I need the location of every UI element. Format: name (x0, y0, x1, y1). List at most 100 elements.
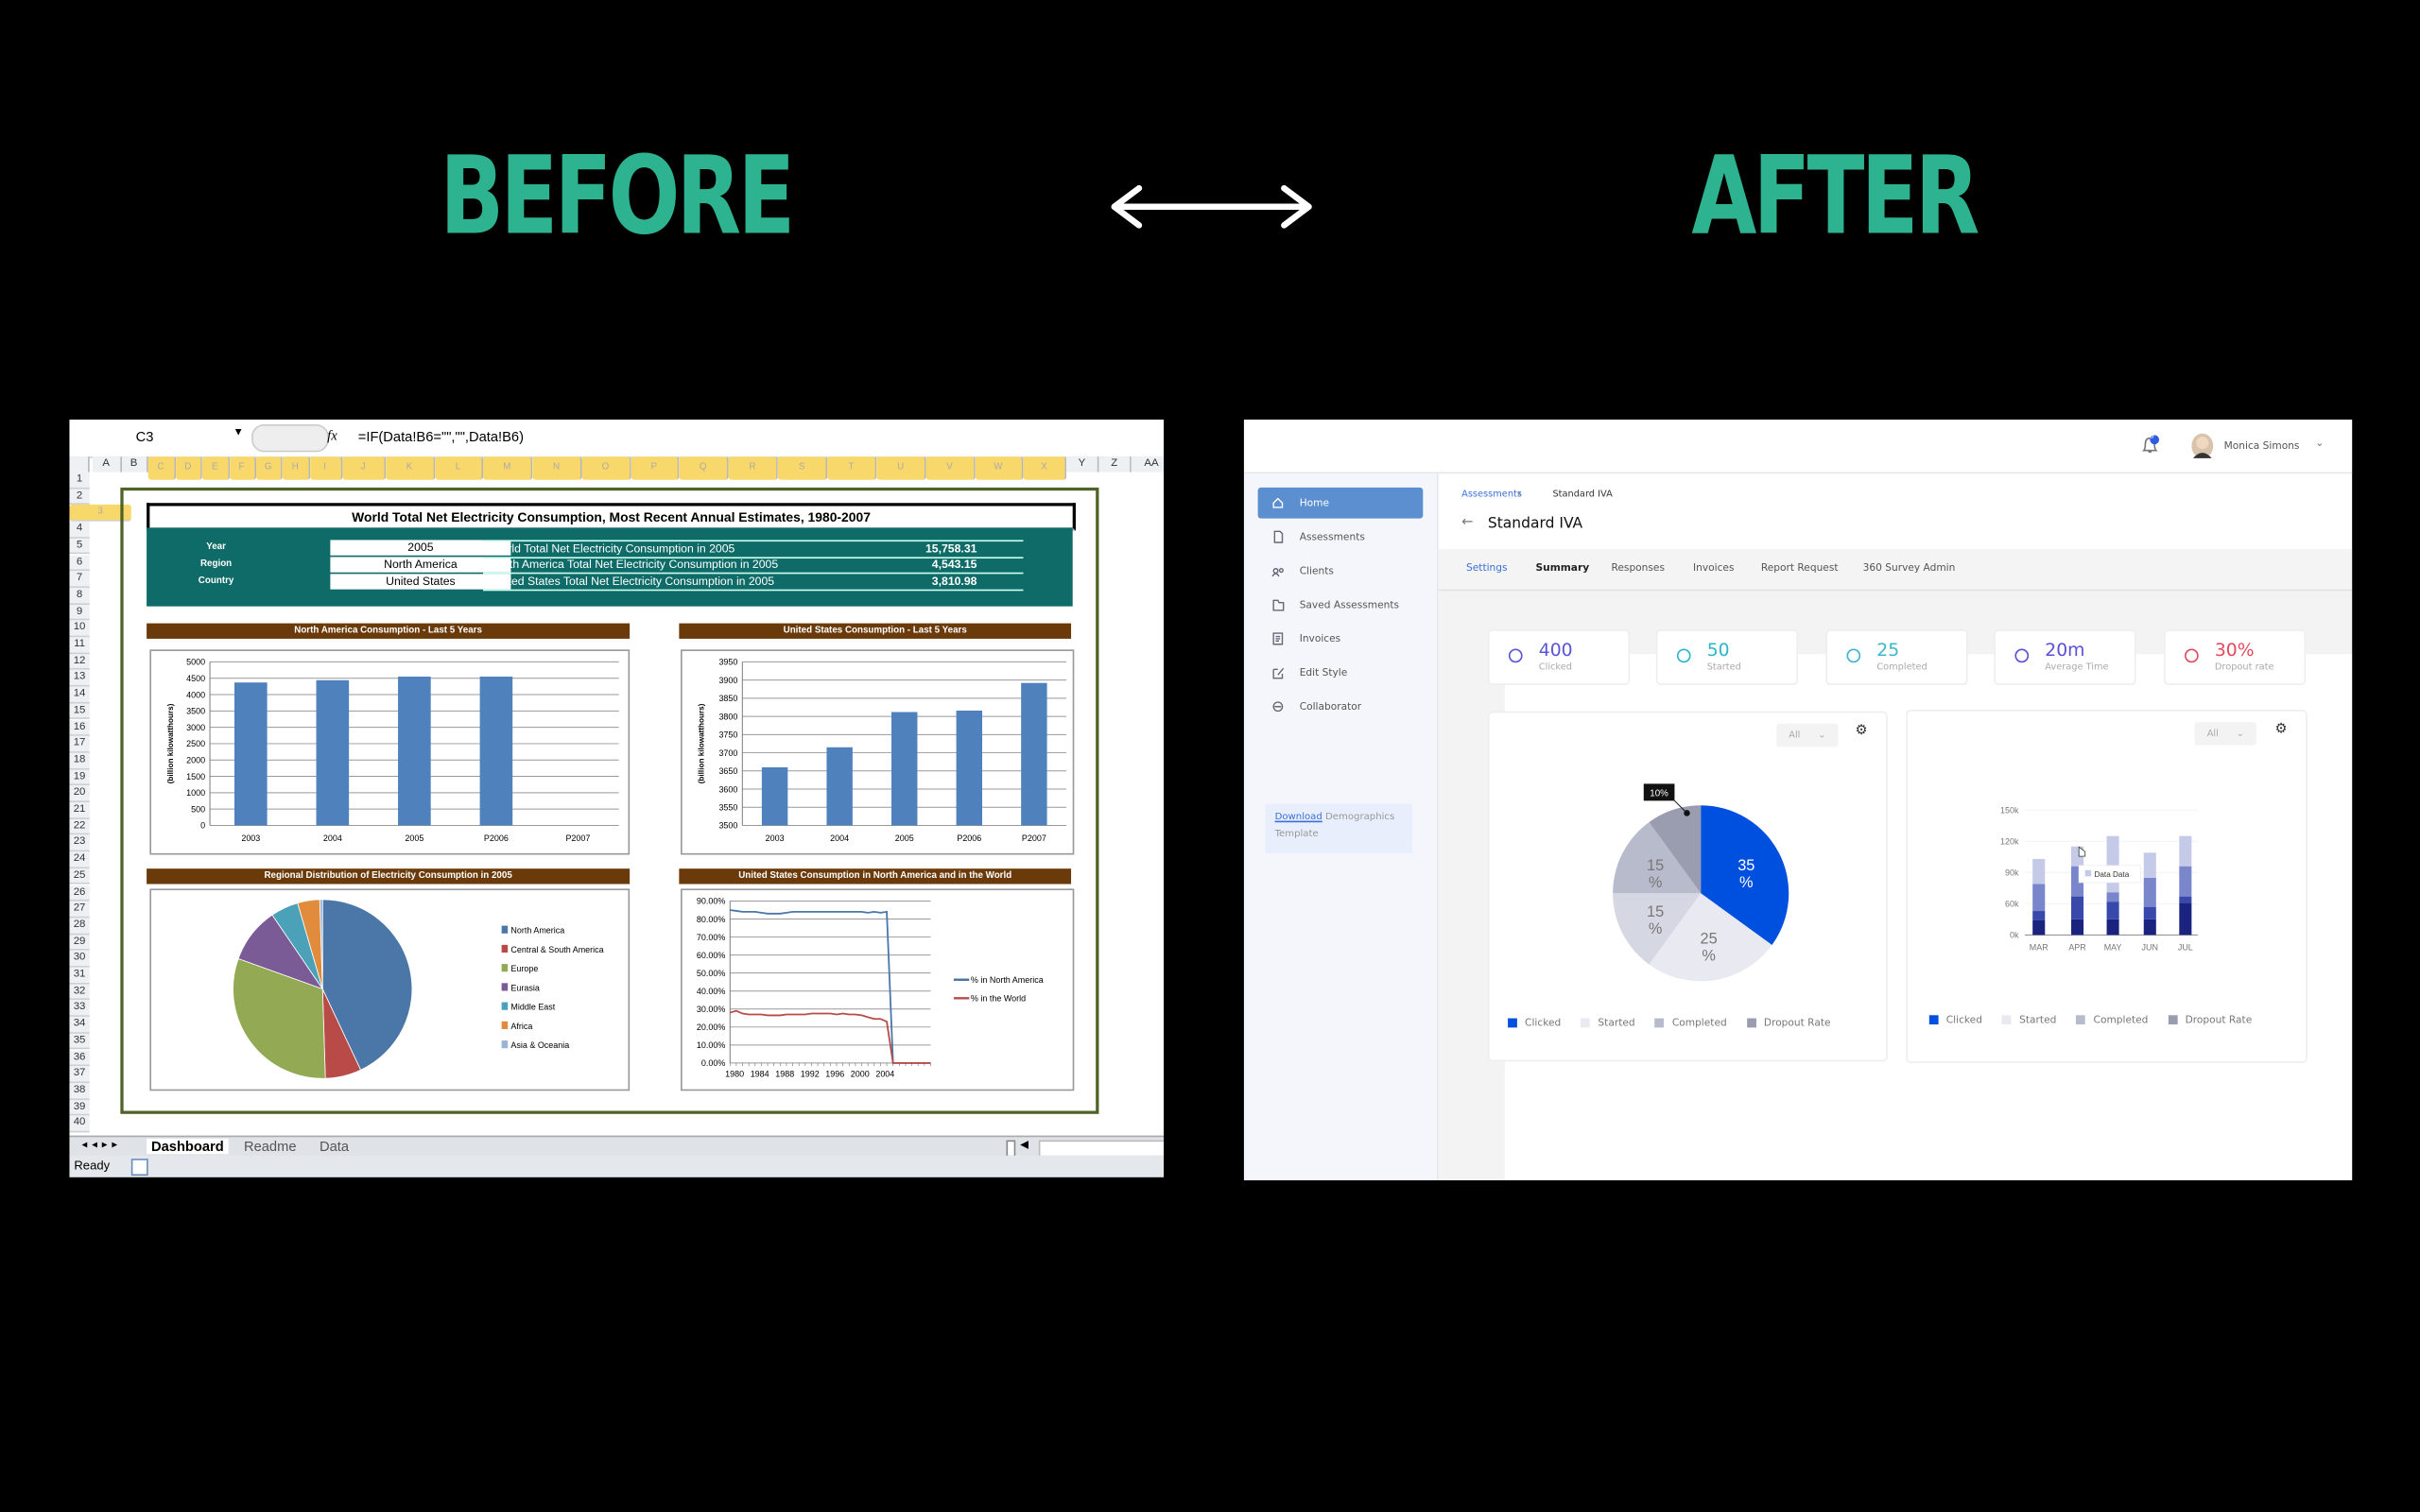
column-header[interactable]: A (92, 456, 122, 472)
back-arrow-icon[interactable]: ← (1461, 515, 1473, 530)
row-header[interactable]: 32 (69, 984, 90, 1001)
column-header[interactable]: K (386, 456, 435, 480)
sidebar-item-invoices[interactable]: Invoices (1258, 624, 1424, 655)
formula-bar-handle[interactable] (251, 423, 329, 453)
formula-input[interactable]: =IF(Data!B6="","",Data!B6) (358, 429, 524, 444)
column-header[interactable]: W (975, 456, 1024, 480)
column-header[interactable]: B (121, 456, 148, 472)
bar-segment (2106, 919, 2119, 936)
user-name[interactable]: Monica Simons (2224, 439, 2300, 452)
row-header[interactable]: 18 (69, 752, 90, 770)
row-header[interactable]: 22 (69, 818, 90, 835)
row-header[interactable]: 2 (69, 489, 90, 506)
column-header[interactable]: I (309, 456, 342, 480)
avatar[interactable] (2190, 432, 2215, 459)
column-header[interactable]: U (876, 456, 926, 480)
row-header[interactable]: 28 (69, 918, 90, 935)
column-header[interactable]: Y (1066, 456, 1099, 472)
macro-record-icon[interactable] (130, 1159, 148, 1177)
row-header[interactable]: 38 (69, 1082, 90, 1100)
row-header[interactable]: 40 (69, 1115, 90, 1133)
sidebar-item-clients[interactable]: Clients (1258, 556, 1424, 587)
row-header[interactable]: 1 (69, 472, 90, 490)
row-header[interactable]: 19 (69, 769, 90, 786)
row-header[interactable]: 7 (69, 571, 90, 588)
column-header[interactable]: L (434, 456, 484, 480)
row-header[interactable]: 13 (69, 670, 90, 687)
row-header[interactable]: 35 (69, 1033, 90, 1050)
select-all-corner[interactable] (69, 456, 90, 472)
column-header[interactable]: V (925, 456, 976, 480)
column-header[interactable]: P (630, 456, 680, 480)
column-header[interactable]: C (147, 456, 176, 480)
row-header[interactable]: 10 (69, 620, 90, 638)
tab-settings[interactable]: Settings (1466, 561, 1508, 574)
column-header[interactable]: N (532, 456, 582, 480)
column-header[interactable]: S (777, 456, 828, 480)
row-header[interactable]: 33 (69, 1000, 90, 1018)
tab-report-request[interactable]: Report Request (1761, 561, 1839, 574)
column-header[interactable]: X (1023, 456, 1067, 480)
column-header[interactable]: J (341, 456, 387, 480)
row-header[interactable]: 29 (69, 934, 90, 952)
horizontal-scrollbar[interactable] (1038, 1140, 1165, 1158)
column-header[interactable]: H (282, 456, 310, 480)
row-header[interactable]: 34 (69, 1017, 90, 1034)
row-header[interactable]: 31 (69, 967, 90, 985)
sidebar-item-edit-style[interactable]: Edit Style (1258, 658, 1424, 689)
download-link[interactable]: Download (1275, 812, 1322, 822)
row-header[interactable]: 39 (69, 1099, 90, 1116)
column-header[interactable]: Q (679, 456, 729, 480)
row-header[interactable]: 14 (69, 686, 90, 704)
column-header[interactable]: Z (1098, 456, 1132, 472)
column-header[interactable]: D (175, 456, 202, 480)
tab-invoices[interactable]: Invoices (1693, 561, 1734, 574)
row-header[interactable]: 16 (69, 719, 90, 737)
name-box-dropdown-icon[interactable]: ▼ (233, 427, 244, 438)
row-header[interactable]: 9 (69, 604, 90, 621)
column-header[interactable]: AA (1131, 456, 1165, 472)
row-header[interactable]: 37 (69, 1066, 90, 1083)
column-header[interactable]: M (483, 456, 533, 480)
breadcrumb-assessments[interactable]: Assessments (1461, 490, 1522, 500)
sidebar-item-saved-assessments[interactable]: Saved Assessments (1258, 590, 1424, 621)
column-header[interactable]: R (728, 456, 778, 480)
scroll-left-icon[interactable]: ◀ (1020, 1139, 1028, 1151)
row-header[interactable]: 4 (69, 521, 90, 539)
tab-360-survey-admin[interactable]: 360 Survey Admin (1863, 561, 1956, 574)
name-box[interactable]: C3 (136, 429, 154, 444)
row-header[interactable]: 20 (69, 785, 90, 802)
sheet-tab-dashboard[interactable]: Dashboard (147, 1138, 229, 1155)
row-header[interactable]: 5 (69, 538, 90, 555)
row-header[interactable]: 30 (69, 951, 90, 968)
column-header[interactable]: E (201, 456, 230, 480)
row-header[interactable]: 15 (69, 703, 90, 720)
function-icon[interactable]: fx (327, 427, 337, 442)
row-header[interactable]: 11 (69, 637, 90, 654)
row-header[interactable]: 17 (69, 736, 90, 753)
column-header[interactable]: F (229, 456, 256, 480)
row-header[interactable]: 6 (69, 554, 90, 572)
row-header[interactable]: 23 (69, 834, 90, 852)
row-header[interactable]: 27 (69, 901, 90, 919)
row-header[interactable]: 21 (69, 801, 90, 819)
row-header[interactable]: 12 (69, 653, 90, 671)
sheet-tab-data[interactable]: Data (320, 1139, 349, 1154)
tab-responses[interactable]: Responses (1611, 561, 1665, 574)
sheet-nav-arrows[interactable]: ◂◂▸▸ (82, 1139, 123, 1151)
column-header[interactable]: T (827, 456, 877, 480)
sidebar-item-assessments[interactable]: Assessments (1258, 522, 1424, 553)
column-header[interactable]: O (581, 456, 631, 480)
row-header[interactable]: 8 (69, 587, 90, 605)
chevron-down-icon[interactable]: ⌄ (2315, 437, 2325, 449)
row-header[interactable]: 24 (69, 851, 90, 868)
sidebar-item-collaborator[interactable]: Collaborator (1258, 691, 1424, 722)
row-header[interactable]: 36 (69, 1050, 90, 1067)
sheet-tab-readme[interactable]: Readme (244, 1139, 297, 1154)
column-header[interactable]: G (255, 456, 283, 480)
row-header[interactable]: 25 (69, 868, 90, 885)
tab-split-handle[interactable] (1006, 1140, 1016, 1158)
sidebar-item-home[interactable]: Home (1257, 487, 1424, 519)
tab-summary[interactable]: Summary (1535, 561, 1589, 574)
row-header[interactable]: 26 (69, 885, 90, 902)
